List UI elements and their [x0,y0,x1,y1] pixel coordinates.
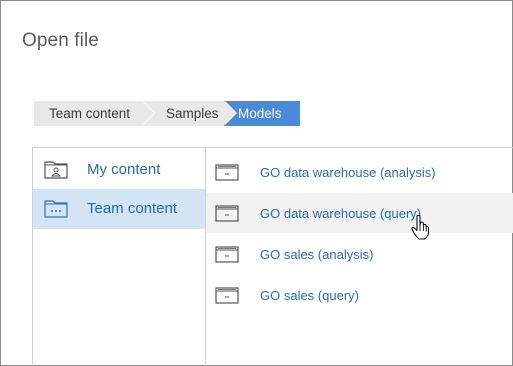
breadcrumb-team-content[interactable]: Team content [34,101,155,126]
file-browser: My content Team content GO data warehous… [32,147,513,366]
sidebar-item-my-content[interactable]: My content [33,150,205,190]
list-item[interactable]: GO data warehouse (query) [206,193,513,233]
dialog-title: Open file [22,30,99,51]
list-item[interactable]: GO sales (analysis) [206,234,513,274]
file-list: GO data warehouse (analysis) GO data war… [206,148,513,366]
list-item[interactable]: GO sales (query) [206,275,513,315]
data-module-icon [215,246,239,263]
sidebar-item-label: Team content [87,200,178,217]
team-folder-icon [44,200,68,218]
sidebar-item-team-content[interactable]: Team content [33,189,205,229]
file-label: GO sales (query) [260,288,359,303]
breadcrumb: Team content Samples Models [34,101,300,126]
data-module-icon [215,164,239,181]
data-module-icon [215,205,239,222]
location-sidebar: My content Team content [33,148,206,366]
file-label: GO sales (analysis) [260,247,374,262]
file-label: GO data warehouse (query) [260,206,422,221]
data-module-icon [215,287,239,304]
open-file-dialog: Open file Team content Samples Models My… [0,0,513,366]
user-folder-icon [44,161,68,179]
file-label: GO data warehouse (analysis) [260,165,436,180]
list-item[interactable]: GO data warehouse (analysis) [206,152,513,192]
sidebar-item-label: My content [87,161,161,178]
